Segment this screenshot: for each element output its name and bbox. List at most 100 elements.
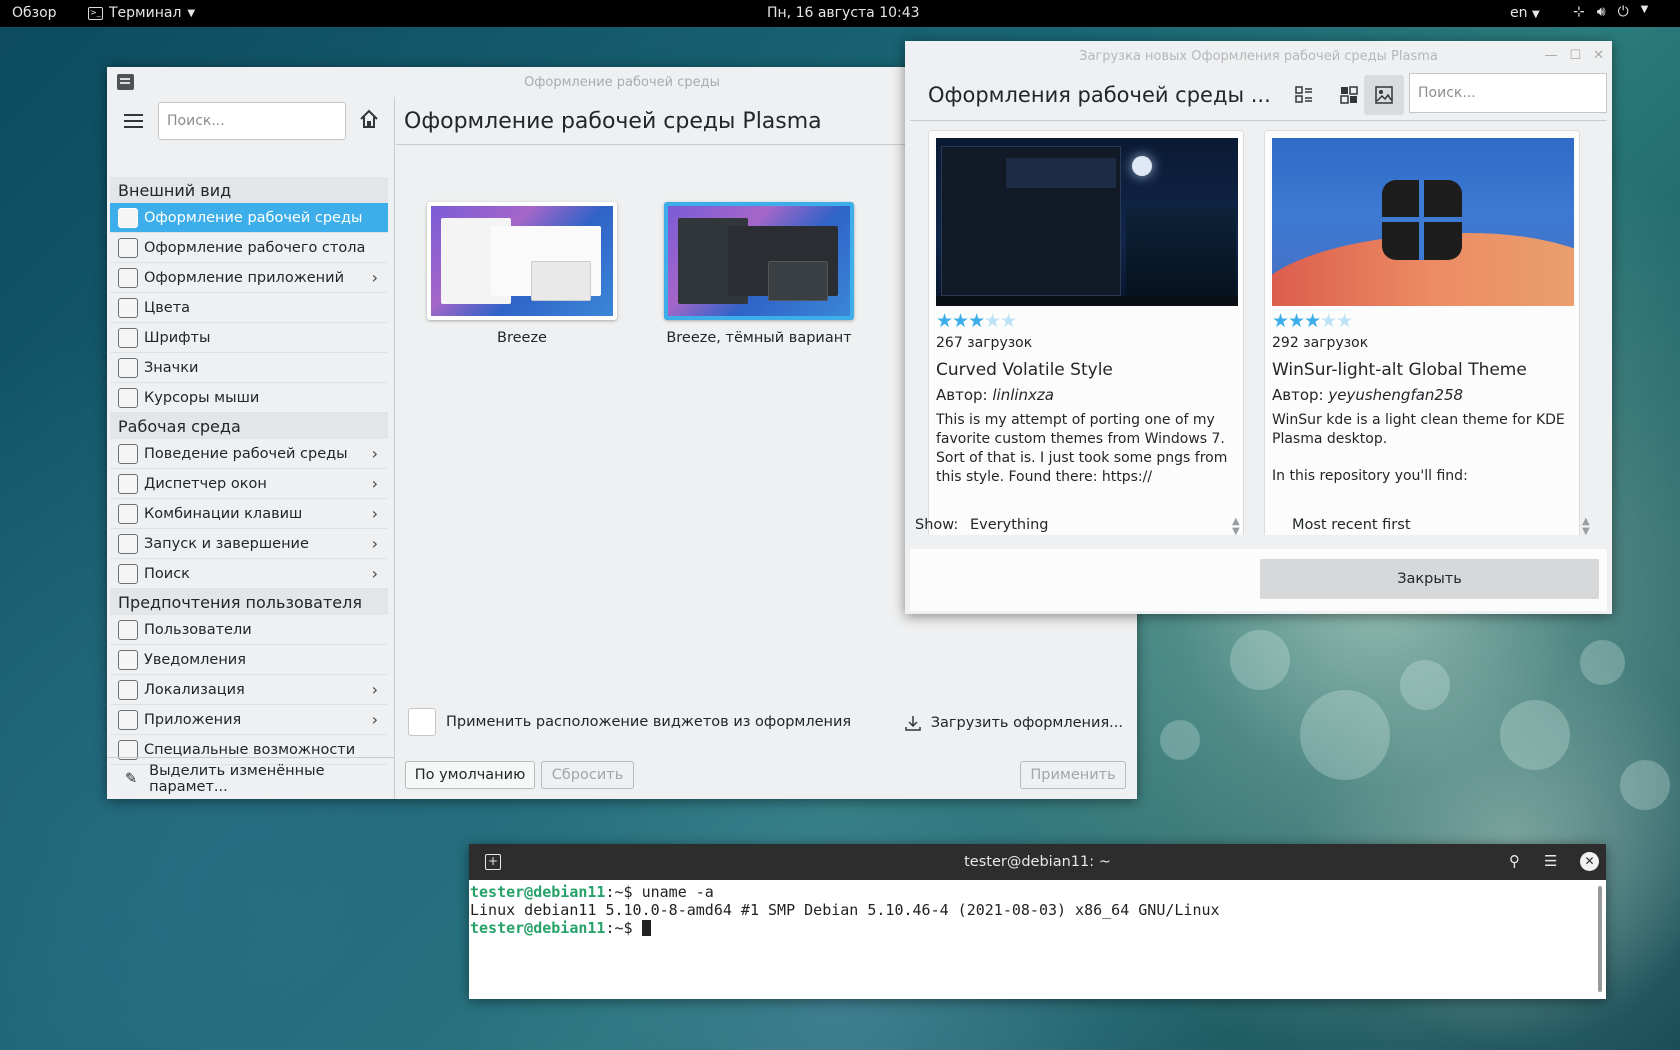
prompt-user: tester@debian11 [470,883,606,901]
sidebar-search-input[interactable]: Поиск... [158,102,346,140]
reset-button[interactable]: Сбросить [541,761,634,789]
list-view-icon[interactable] [1284,75,1324,115]
close-icon[interactable]: ✕ [1593,48,1604,63]
sidebar-item-label: Приложения [144,711,242,728]
scrollbar[interactable] [1598,886,1602,992]
settings-app-icon[interactable] [117,74,134,90]
users-icon [118,619,138,640]
sidebar-item[interactable]: Цвета [110,293,388,323]
close-button[interactable]: Закрыть [1260,559,1599,599]
system-menu-button[interactable]: ⊹ 🔊︎ ⏻ ▼ [1573,4,1648,20]
sidebar-item[interactable]: Оформление рабочего стола [110,233,388,263]
terminal-line: tester@debian11:~$ [470,919,1605,937]
apply-button[interactable]: Применить [1020,761,1126,789]
sidebar-item[interactable]: Значки [110,353,388,383]
sidebar-item[interactable]: Пользователи [110,615,388,645]
kns-search-input[interactable]: Поиск... [1409,73,1607,113]
terminal-output[interactable]: tester@debian11:~$ uname -a Linux debian… [469,880,1606,940]
author-line: Автор: yeyushengfan258 [1272,386,1572,404]
keyboard-layout-button[interactable]: en ▼ [1510,5,1540,21]
theme-screenshot [1272,138,1574,306]
sidebar-item[interactable]: Шрифты [110,323,388,353]
tile-view-icon[interactable] [1329,75,1369,115]
icons-icon [118,357,138,378]
maximize-icon[interactable]: ☐ [1569,48,1581,63]
sidebar-list: Внешний вид Оформление рабочей среды Оформ… [110,177,388,767]
new-tab-icon[interactable]: + [485,854,501,870]
menu-icon[interactable]: ☰ [1544,852,1557,870]
theme-name: Breeze, тёмный вариант [666,330,852,346]
theme-thumbnail-breeze[interactable]: Breeze [427,202,617,346]
sidebar-item[interactable]: Оформление приложений › [110,263,388,293]
startup-icon [118,533,138,554]
chevron-right-icon: › [371,474,378,493]
highlight-changed-button[interactable]: ✎ Выделить изменённые парамет... [107,757,395,799]
chevron-right-icon: › [371,268,378,287]
themes-grid: ★★★★★ 267 загрузок Curved Volatile Style… [928,130,1588,535]
theme-title: Curved Volatile Style [936,360,1113,380]
terminal-window: + tester@debian11: ~ ⚲ ☰ ✕ tester@debian… [469,844,1606,999]
defaults-button[interactable]: По умолчанию [405,761,535,789]
minimize-icon[interactable]: — [1544,48,1557,63]
home-icon[interactable] [359,109,379,129]
settings-sidebar: Поиск... Внешний вид Оформление рабочей с… [107,97,395,799]
kns-window-title: Загрузка новых Оформления рабочей среды … [1079,48,1438,64]
updown-arrows-icon: ▲ ▼ [1582,516,1590,537]
theme-card[interactable]: ★★★★★ 267 загрузок Curved Volatile Style… [928,130,1244,535]
sort-combobox[interactable]: Most recent first ▲ ▼ [1289,507,1599,547]
preview-view-icon[interactable] [1364,75,1404,115]
sidebar-item-label: Цвета [144,299,191,316]
updown-arrows-icon: ▲ ▼ [1232,516,1240,537]
global-theme-icon [118,207,138,228]
sidebar-item[interactable]: Уведомления [110,645,388,675]
settings-window-title: Оформление рабочей среды [524,74,720,90]
kns-titlebar[interactable]: Загрузка новых Оформления рабочей среды … [905,41,1612,71]
theme-description-more: In this repository you'll find: [1272,468,1468,484]
download-icon [905,716,921,731]
apply-layout-checkbox[interactable] [408,708,436,736]
clock[interactable]: Пн, 16 августа 10:43 [767,5,920,21]
network-icon: ⊹ [1573,4,1585,20]
sidebar-category: Предпочтения пользователя [110,589,388,615]
terminal-line: tester@debian11:~$ uname -a [470,883,1605,901]
sidebar-item[interactable]: Локализация › [110,675,388,705]
theme-card[interactable]: ★★★★★ 292 загрузок WinSur-light-alt Glob… [1264,130,1580,535]
terminal-headerbar[interactable]: + tester@debian11: ~ ⚲ ☰ ✕ [469,844,1606,880]
theme-screenshot [936,138,1238,306]
sidebar-toolbar: Поиск... [107,97,394,153]
download-themes-button[interactable]: Загрузить оформления... [904,714,1123,732]
caret-down-icon: ▼ [1531,9,1540,20]
sidebar-category: Рабочая среда [110,413,388,439]
colors-icon [118,297,138,318]
sidebar-item[interactable]: Курсоры мыши [110,383,388,413]
hamburger-menu-icon[interactable] [124,114,143,128]
kns-footer: Закрыть [910,549,1607,611]
filter-combobox[interactable]: Everything ▲ ▼ [965,507,1255,547]
sidebar-item[interactable]: Поиск › [110,559,388,589]
prompt-suffix: :~$ [605,919,633,937]
theme-description: This is my attempt of porting one of my … [936,412,1228,485]
search-icon[interactable]: ⚲ [1509,852,1520,870]
app-menu-button[interactable]: >_ Терминал ▼ [88,5,195,21]
sidebar-item-label: Оформление рабочего стола [144,239,366,256]
sidebar-item[interactable]: Диспетчер окон › [110,469,388,499]
activities-button[interactable]: Обзор [12,5,57,21]
fonts-icon [118,327,138,348]
chevron-right-icon: › [371,504,378,523]
theme-thumbnail-breeze-dark[interactable]: Breeze, тёмный вариант [664,202,854,346]
sidebar-item[interactable]: Поведение рабочей среды › [110,439,388,469]
window-manager-icon [118,473,138,494]
apply-layout-option: Применить расположение виджетов из оформ… [408,708,851,736]
sidebar-item[interactable]: Оформление рабочей среды [110,203,388,233]
sidebar-item-label: Поведение рабочей среды [144,445,348,462]
theme-name: Breeze [497,330,547,346]
close-icon[interactable]: ✕ [1580,852,1599,871]
sidebar-item[interactable]: Запуск и завершение › [110,529,388,559]
sidebar-item[interactable]: Приложения › [110,705,388,735]
theme-description: WinSur kde is a light clean theme for KD… [1272,412,1565,447]
sidebar-item-label: Поиск [144,565,190,582]
sort-value: Most recent first [1292,517,1411,533]
download-count: 267 загрузок [936,335,1033,351]
notifications-icon [118,649,138,670]
sidebar-item[interactable]: Комбинации клавиш › [110,499,388,529]
